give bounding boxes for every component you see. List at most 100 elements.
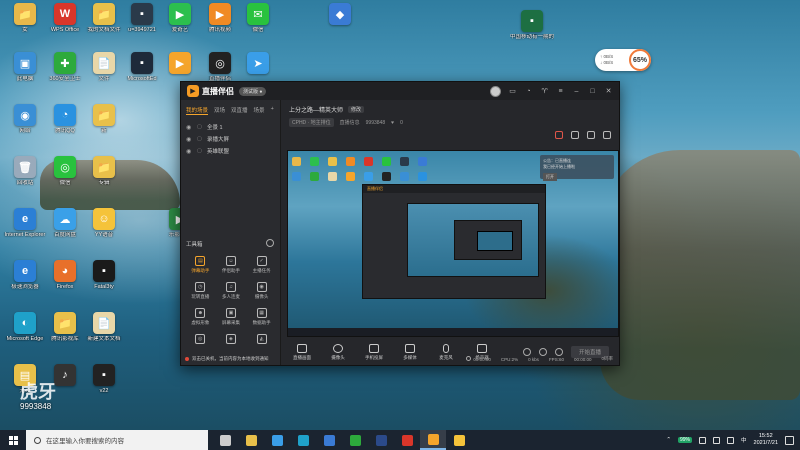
tool-button[interactable]: ◭ [246,334,277,346]
taskbar-app[interactable] [368,430,394,450]
tool-button[interactable]: ◎ [185,334,216,346]
taskbar-app[interactable] [212,430,238,450]
category-pill[interactable]: CPHD · 地主排位 [289,118,334,127]
taskbar-app[interactable] [290,430,316,450]
tool-button[interactable]: ☺ 伴侣助手 [216,256,247,274]
desktop-icon[interactable]: ▶ [158,52,202,76]
taskbar-app[interactable] [238,430,264,450]
desktop-icon[interactable]: ☁ 百度网盘 [43,208,87,239]
tool-button[interactable]: ◈ [216,334,247,346]
input-language[interactable]: 中 [741,436,747,444]
desktop-icon[interactable]: ◕ Firefox [43,260,87,291]
room-title[interactable]: 上分之路—精英大师 [289,105,343,114]
tab-my-scenes[interactable]: 我的场景 [186,106,209,115]
tool-icon: ▣ [225,308,236,318]
network-icon[interactable] [699,436,707,444]
desktop-icon[interactable]: ▪ 中国移动有一期的合集.xlsx [510,10,554,41]
tool-button[interactable]: ▦ 数据助手 [246,308,277,326]
shirt-icon[interactable]: ♈ [540,87,549,96]
list-item[interactable]: ◉ ▢ 英雄联盟 [186,145,275,157]
live-preview[interactable]: 直播伴侣 公告：已直播连 我已经开始上播啦 打开 [287,150,619,337]
lock-icon[interactable] [571,131,579,139]
eye-icon[interactable]: ◉ [186,136,193,143]
desktop-icon[interactable]: 📁 女 [3,3,47,34]
eye-icon[interactable]: ◉ [186,124,193,131]
list-item[interactable]: ◉ ▢ 全景 1 [186,121,275,133]
desktop-icon[interactable]: W WPS Office [43,3,87,34]
taskbar-search[interactable]: 在这里输入你要搜索的内容 [26,430,208,450]
avatar[interactable] [490,85,501,97]
nested-app-window: 直播伴侣 [362,184,546,299]
notice-bar[interactable]: 双击已关机，当前内容为本地收到通知 [185,356,269,362]
desktop-icon[interactable]: ◎ 微信 [43,156,87,187]
live-companion-window[interactable]: ▶ 直播伴侣 测试版 ● ▭ ◔ ♈ ≡ – □ ✕ 我的场景 双场 双直播 场… [180,81,620,366]
desktop-icon[interactable]: ▶ 爱奇艺 [158,3,202,34]
notification-center-icon[interactable] [785,435,794,445]
desktop-icon-label: 新 [101,128,107,134]
tab-dual[interactable]: 双场 [214,106,225,115]
desktop-icon[interactable]: ✚ 360安全卫士 [43,52,87,83]
taskbar-app[interactable] [342,430,368,450]
edit-title-button[interactable]: 修改 [348,106,365,113]
desktop-icon[interactable]: ✉ 微信 [236,3,280,34]
tool-button[interactable]: ♫ 多人连麦 [216,282,247,300]
taskbar-clock[interactable]: 15:52 2021/7/21 [754,433,778,447]
taskbar-app[interactable] [264,430,290,450]
taskbar-app[interactable] [420,430,446,450]
bell-icon[interactable]: ◔ [524,87,533,96]
volume-icon[interactable] [727,436,735,444]
desktop-icon[interactable]: ◆ [318,3,362,27]
chevron-up-icon[interactable]: ⌃ [666,437,671,443]
tab-scene[interactable]: 场景 [254,106,265,115]
tool-button[interactable]: ◉ 摄像头 [246,282,277,300]
gift-icon[interactable] [555,131,563,139]
desktop-icon[interactable]: 📁 专辑 [82,156,126,187]
app-titlebar[interactable]: ▶ 直播伴侣 测试版 ● ▭ ◔ ♈ ≡ – □ ✕ [181,82,619,100]
desktop-icon[interactable]: ▪ v22 [82,364,126,395]
desktop-icon[interactable]: e Internet Explorer [3,208,47,239]
desktop-icon[interactable]: ◉ 网络 [3,104,47,135]
tab-dual-live[interactable]: 双直播 [231,106,248,115]
start-button[interactable] [0,430,26,450]
tool-button[interactable]: ▤ 弹幕助手 [185,256,216,274]
desktop-icon[interactable]: ➤ [236,52,280,76]
gear-icon[interactable] [266,239,274,247]
room-info-link[interactable]: 直播信息 [340,119,360,126]
taskbar-app[interactable] [316,430,342,450]
close-icon[interactable]: ✕ [604,87,613,96]
microphone-icon[interactable] [713,436,721,444]
desktop-icon[interactable]: ▪ Fatal3ty [82,260,126,291]
battery-indicator[interactable]: 99% [678,437,693,443]
settings-icon[interactable] [603,131,611,139]
taskbar-app[interactable] [394,430,420,450]
lock-icon[interactable]: ▢ [197,148,203,154]
tool-button[interactable]: ✓ 主播任务 [246,256,277,274]
tool-button[interactable]: ◷ 玩转直播 [185,282,216,300]
desktop-icon[interactable]: ☺ YY语音 [82,208,126,239]
desktop-icon[interactable]: ◐ Microsoft Edge [3,312,47,343]
tool-button[interactable]: ▣ 屏幕采集 [216,308,247,326]
version-badge[interactable]: 测试版 ● [239,86,267,96]
maximize-icon[interactable]: □ [588,87,597,96]
desktop-icon-label: 360安全卫士 [49,76,81,82]
app-icon: ◕ [54,260,76,282]
desktop-icon[interactable]: 📁 腾讯影视库 [43,312,87,343]
desktop-icon[interactable]: ◔ 腾讯QQ [43,104,87,135]
menu-icon[interactable]: ≡ [556,87,565,96]
desktop-icon[interactable]: 📄 新建文本文档 [82,312,126,343]
network-speed-widget[interactable]: ↑ 0B/S ↓ 0B/S 65% [595,49,651,71]
desktop-icon[interactable]: e 极速浏览器 [3,260,47,291]
desktop-icon[interactable]: ▣ 此电脑 [3,52,47,83]
desktop-icon[interactable]: 🗑 回收站 [3,156,47,187]
lock-icon[interactable]: ▢ [197,136,203,142]
add-tab-button[interactable]: + [271,106,274,115]
eye-icon[interactable]: ◉ [186,148,193,155]
tool-button[interactable]: ☻ 虚拟形象 [185,308,216,326]
list-item[interactable]: ◉ ▢ 录播大屏 [186,133,275,145]
taskbar-app[interactable] [446,430,472,450]
message-icon[interactable]: ▭ [508,87,517,96]
share-icon[interactable] [587,131,595,139]
minimize-icon[interactable]: – [572,87,581,96]
desktop-icon[interactable]: 📁 新 [82,104,126,135]
lock-icon[interactable]: ▢ [197,124,203,130]
